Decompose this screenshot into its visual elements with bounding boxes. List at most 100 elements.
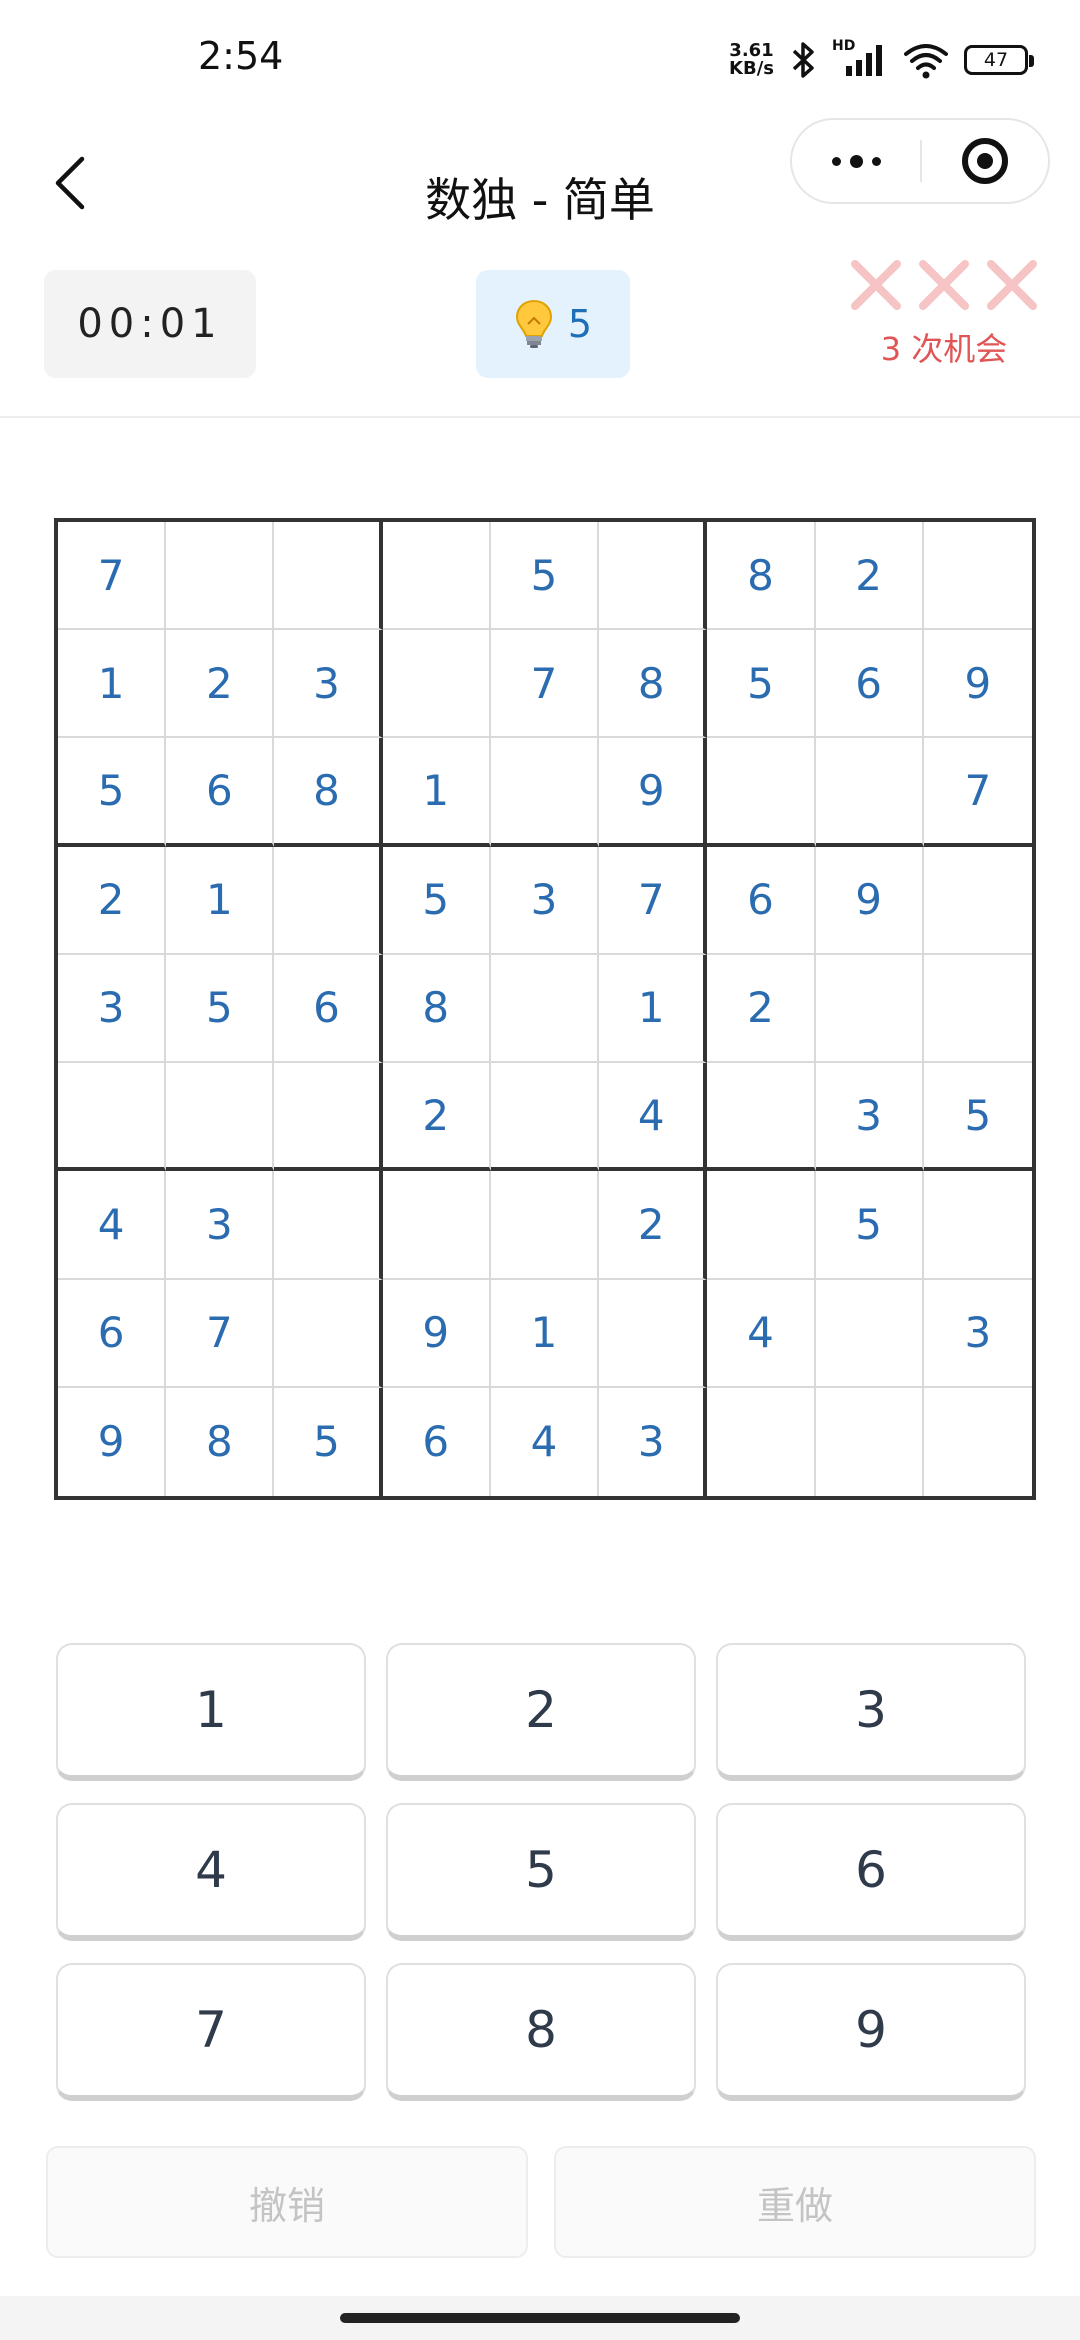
grid-cell-r1-c4[interactable] <box>382 522 491 631</box>
redo-button[interactable]: 重做 <box>554 2146 1036 2258</box>
grid-cell-r3-c6[interactable]: 9 <box>599 738 708 847</box>
grid-cell-r7-c8[interactable]: 5 <box>815 1171 924 1280</box>
grid-cell-r1-c2[interactable] <box>166 522 275 631</box>
grid-cell-r7-c4[interactable] <box>382 1171 491 1280</box>
grid-cell-r5-c5[interactable] <box>490 954 600 1064</box>
grid-cell-r4-c4[interactable]: 5 <box>382 846 491 955</box>
grid-cell-r8-c1[interactable]: 6 <box>58 1279 167 1388</box>
grid-cell-r9-c1[interactable]: 9 <box>58 1387 167 1496</box>
grid-cell-r7-c3[interactable] <box>274 1171 383 1280</box>
grid-cell-r2-c5[interactable]: 7 <box>490 630 600 739</box>
grid-cell-r3-c8[interactable] <box>815 738 924 847</box>
grid-cell-r1-c5[interactable]: 5 <box>490 522 600 631</box>
grid-cell-r4-c8[interactable]: 9 <box>815 846 924 955</box>
number-key-4[interactable]: 4 <box>56 1803 366 1941</box>
grid-cell-r4-c1[interactable]: 2 <box>58 846 167 955</box>
number-key-2[interactable]: 2 <box>386 1643 696 1781</box>
grid-cell-r3-c4[interactable]: 1 <box>382 738 491 847</box>
grid-cell-r5-c9[interactable] <box>923 955 1032 1064</box>
number-key-8[interactable]: 8 <box>386 1963 696 2101</box>
grid-cell-r1-c6[interactable] <box>599 522 708 631</box>
grid-cell-r9-c4[interactable]: 6 <box>383 1387 491 1496</box>
grid-cell-r7-c5[interactable] <box>490 1171 600 1280</box>
grid-cell-r3-c7[interactable] <box>707 738 816 847</box>
grid-cell-r4-c5[interactable]: 3 <box>490 846 600 955</box>
grid-cell-r3-c3[interactable]: 8 <box>274 738 383 847</box>
grid-cell-r8-c9[interactable]: 3 <box>923 1280 1032 1388</box>
home-indicator[interactable] <box>340 2313 740 2323</box>
grid-cell-r5-c1[interactable]: 3 <box>58 954 167 1064</box>
grid-cell-r2-c7[interactable]: 5 <box>707 630 816 739</box>
grid-cell-r9-c8[interactable] <box>816 1387 924 1496</box>
grid-cell-r4-c2[interactable]: 1 <box>166 846 275 955</box>
grid-cell-r6-c2[interactable] <box>166 1063 275 1172</box>
grid-cell-r9-c5[interactable]: 4 <box>491 1387 600 1496</box>
grid-cell-r5-c7[interactable]: 2 <box>707 954 816 1064</box>
grid-cell-r7-c9[interactable] <box>923 1171 1032 1280</box>
grid-cell-r3-c2[interactable]: 6 <box>166 738 275 847</box>
grid-cell-r1-c3[interactable] <box>274 522 383 631</box>
back-button[interactable] <box>40 138 100 228</box>
grid-cell-r9-c3[interactable]: 5 <box>274 1387 383 1496</box>
sudoku-grid: 7582123785695681972153769356812243543256… <box>54 518 1036 1500</box>
grid-cell-r2-c4[interactable] <box>382 630 491 739</box>
grid-cell-r3-c1[interactable]: 5 <box>58 738 167 847</box>
grid-cell-r6-c6[interactable]: 4 <box>599 1063 708 1172</box>
grid-cell-r5-c3[interactable]: 6 <box>274 954 383 1064</box>
grid-cell-r9-c6[interactable]: 3 <box>599 1387 708 1496</box>
grid-cell-r5-c2[interactable]: 5 <box>166 954 275 1064</box>
more-button[interactable] <box>792 120 920 202</box>
grid-cell-r7-c6[interactable]: 2 <box>599 1171 708 1280</box>
number-key-6[interactable]: 6 <box>716 1803 1026 1941</box>
grid-cell-r9-c7[interactable] <box>707 1387 816 1496</box>
grid-cell-r1-c8[interactable]: 2 <box>815 522 924 631</box>
grid-cell-r9-c2[interactable]: 8 <box>166 1387 275 1496</box>
grid-cell-r6-c4[interactable]: 2 <box>382 1063 491 1172</box>
grid-cell-r2-c1[interactable]: 1 <box>58 630 167 739</box>
grid-cell-r5-c8[interactable] <box>815 954 924 1064</box>
grid-cell-r4-c9[interactable] <box>923 847 1032 955</box>
grid-cell-r6-c1[interactable] <box>58 1063 167 1172</box>
grid-cell-r8-c5[interactable]: 1 <box>490 1279 600 1388</box>
hint-count: 5 <box>567 302 593 346</box>
grid-cell-r6-c5[interactable] <box>490 1063 600 1172</box>
number-key-3[interactable]: 3 <box>716 1643 1026 1781</box>
hint-button[interactable]: 5 <box>476 270 630 378</box>
grid-cell-r9-c9[interactable] <box>924 1388 1032 1496</box>
grid-cell-r2-c2[interactable]: 2 <box>166 630 275 739</box>
grid-cell-r3-c9[interactable]: 7 <box>923 738 1032 847</box>
grid-cell-r1-c9[interactable] <box>923 522 1032 631</box>
grid-cell-r4-c3[interactable] <box>274 846 383 955</box>
grid-cell-r8-c6[interactable] <box>599 1279 708 1388</box>
number-pad: 123 456 789 <box>56 1643 1026 2101</box>
grid-cell-r4-c7[interactable]: 6 <box>707 846 816 955</box>
grid-cell-r8-c4[interactable]: 9 <box>382 1279 491 1388</box>
grid-cell-r3-c5[interactable] <box>490 738 600 847</box>
grid-cell-r8-c3[interactable] <box>274 1279 383 1388</box>
undo-button[interactable]: 撤销 <box>46 2146 528 2258</box>
number-key-5[interactable]: 5 <box>386 1803 696 1941</box>
grid-cell-r5-c4[interactable]: 8 <box>382 954 491 1064</box>
grid-cell-r1-c7[interactable]: 8 <box>707 522 816 631</box>
grid-cell-r5-c6[interactable]: 1 <box>599 954 708 1064</box>
grid-cell-r6-c7[interactable] <box>707 1063 816 1172</box>
grid-cell-r8-c2[interactable]: 7 <box>166 1279 275 1388</box>
grid-cell-r7-c1[interactable]: 4 <box>58 1171 167 1280</box>
grid-cell-r8-c7[interactable]: 4 <box>707 1279 816 1388</box>
grid-cell-r7-c7[interactable] <box>707 1171 816 1280</box>
close-mini-program-button[interactable] <box>922 120 1048 202</box>
number-key-9[interactable]: 9 <box>716 1963 1026 2101</box>
grid-cell-r2-c9[interactable]: 9 <box>923 630 1032 739</box>
grid-cell-r6-c8[interactable]: 3 <box>815 1063 924 1172</box>
number-key-7[interactable]: 7 <box>56 1963 366 2101</box>
grid-cell-r1-c1[interactable]: 7 <box>58 522 167 631</box>
grid-cell-r6-c9[interactable]: 5 <box>923 1063 1032 1172</box>
grid-cell-r4-c6[interactable]: 7 <box>599 846 708 955</box>
number-key-1[interactable]: 1 <box>56 1643 366 1781</box>
grid-cell-r2-c6[interactable]: 8 <box>599 630 708 739</box>
grid-cell-r6-c3[interactable] <box>274 1063 383 1172</box>
grid-cell-r2-c3[interactable]: 3 <box>274 630 383 739</box>
grid-cell-r8-c8[interactable] <box>815 1279 924 1388</box>
grid-cell-r7-c2[interactable]: 3 <box>166 1171 275 1280</box>
grid-cell-r2-c8[interactable]: 6 <box>815 630 924 739</box>
